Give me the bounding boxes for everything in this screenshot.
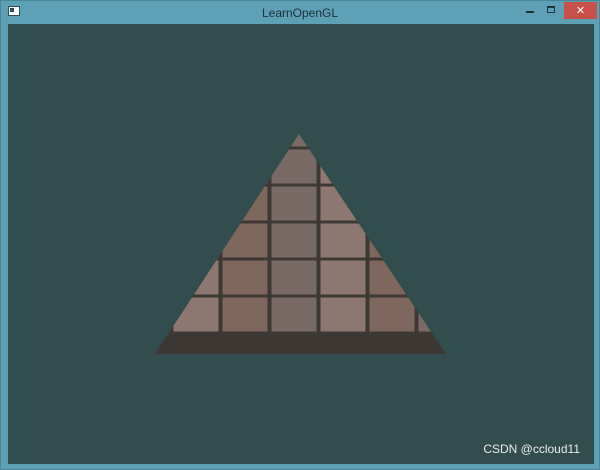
close-button[interactable]: ✕ <box>564 2 597 19</box>
gl-viewport[interactable]: CSDN @ccloud11 <box>8 24 594 464</box>
brick-tile <box>271 223 317 258</box>
brick-tile <box>320 223 366 258</box>
brick-tile <box>320 260 366 295</box>
minimize-button[interactable] <box>520 2 540 19</box>
render-canvas <box>8 24 594 464</box>
title-bar[interactable]: LearnOpenGL ✕ <box>1 1 599 24</box>
brick-tile <box>222 297 268 332</box>
brick-tile <box>222 260 268 295</box>
brick-tile <box>369 297 415 332</box>
brick-tile <box>271 297 317 332</box>
brick-tile <box>271 260 317 295</box>
maximize-button[interactable] <box>541 2 562 19</box>
app-window: LearnOpenGL ✕ CSDN @ccloud11 <box>0 0 600 470</box>
close-icon: ✕ <box>575 4 586 17</box>
brick-tile <box>320 297 366 332</box>
brick-tile <box>271 186 317 221</box>
watermark-text: CSDN @ccloud11 <box>483 442 580 456</box>
window-title: LearnOpenGL <box>261 6 339 20</box>
